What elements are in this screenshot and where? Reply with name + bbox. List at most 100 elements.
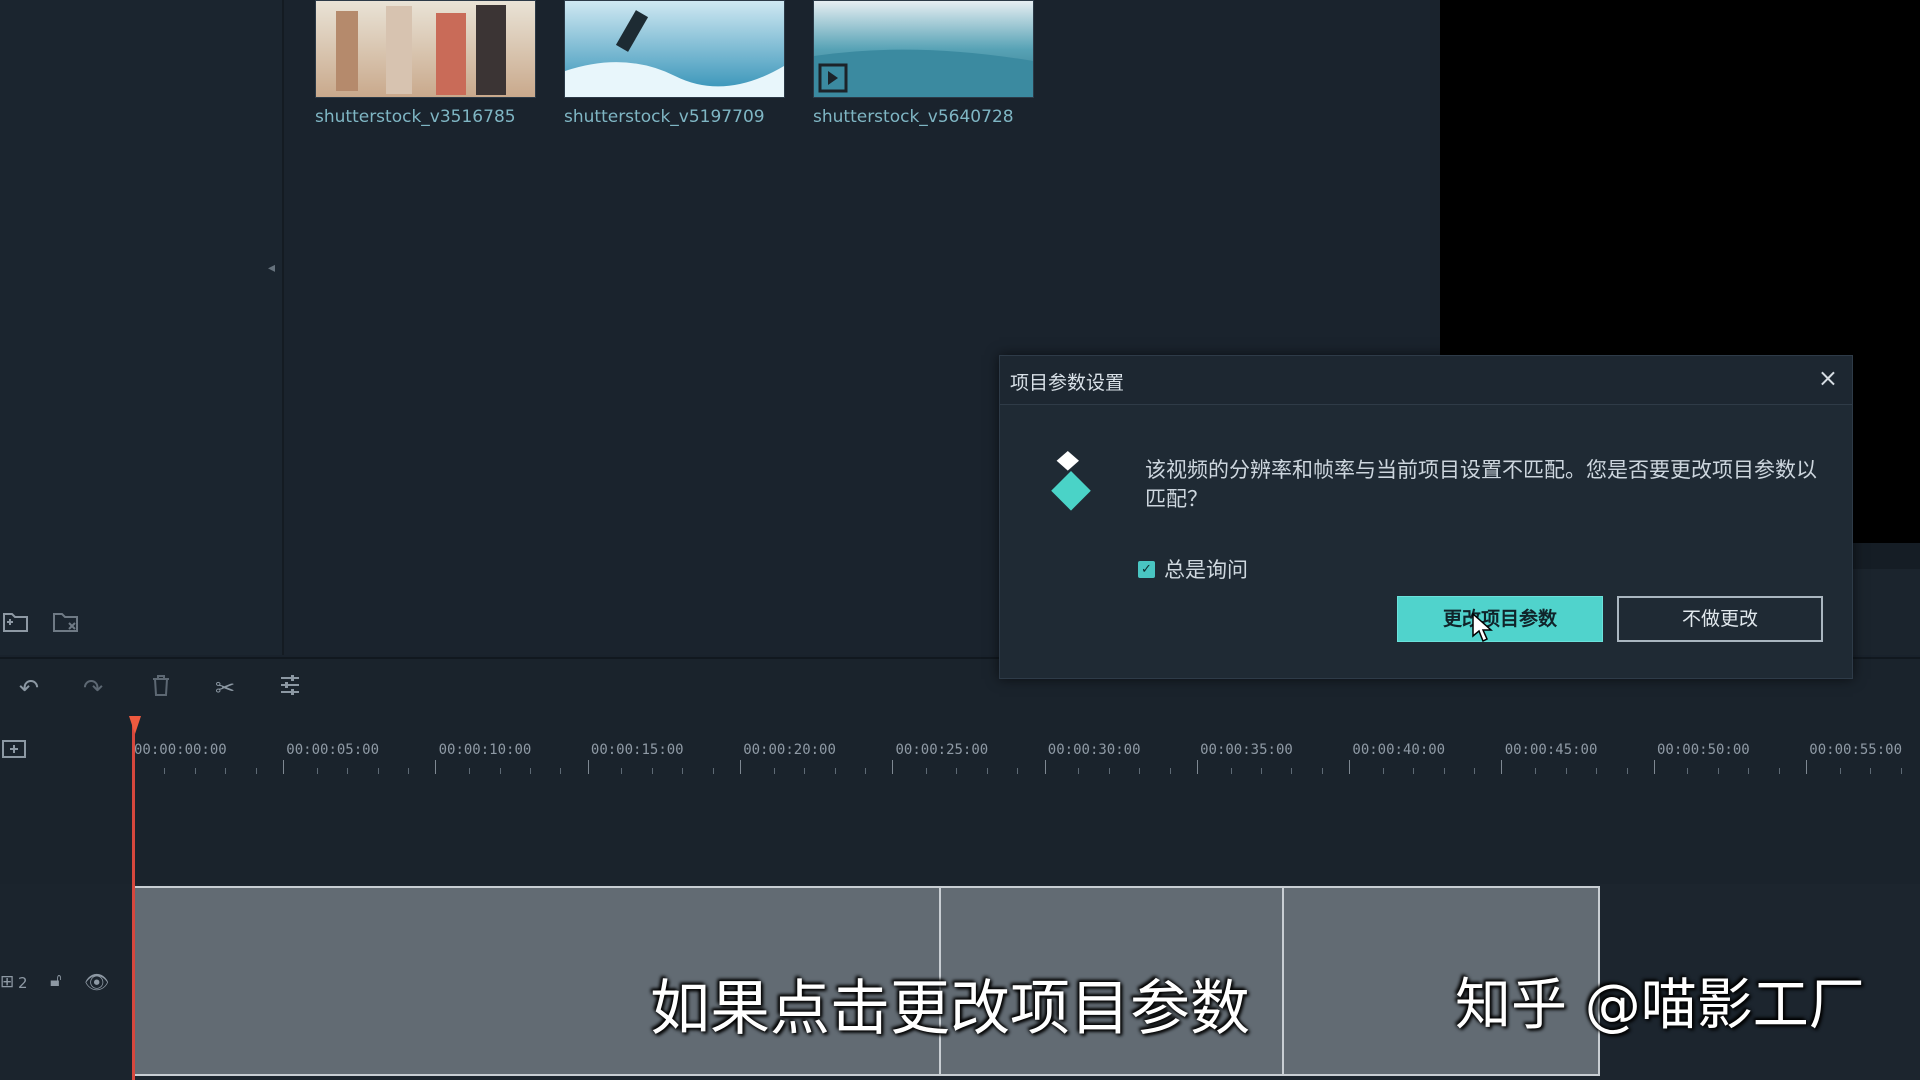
ruler-minor-tick [347,768,349,774]
collapse-arrow-icon[interactable]: ◂ [268,260,275,276]
ruler-tick-label: 00:00:45:00 [1504,742,1598,758]
ruler-minor-tick [1169,768,1171,774]
ruler-minor-tick [865,768,867,774]
media-label-1: shutterstock_v3516785 [315,107,516,127]
ruler-tick-label: 00:00:35:00 [1200,742,1293,758]
ruler-minor-tick [1565,768,1567,774]
media-label-2: shutterstock_v5197709 [564,107,765,127]
ruler-tick-label: 00:00:25:00 [895,742,989,758]
ruler-minor-tick [1139,768,1141,774]
ruler-minor-tick [408,768,410,774]
ruler-minor-tick [1078,768,1080,774]
ruler-minor-tick [651,768,653,774]
ruler-tick-label: 00:00:40:00 [1352,742,1446,758]
lock-icon[interactable]: 🔓︎ [50,970,62,991]
eye-icon[interactable]: 👁︎ [84,970,109,994]
ruler-minor-tick [712,768,714,774]
ruler-major-tick [1653,760,1655,774]
project-settings-dialog: 项目参数设置 × 该视频的分辨率和帧率与当前项目设置不匹配。您是否要更改项目参数… [999,355,1853,679]
ruler-minor-tick [1687,768,1689,774]
ruler-major-tick [1196,760,1198,774]
ruler-minor-tick [1017,768,1019,774]
empty-track [0,780,1920,884]
ruler-major-tick [739,760,741,774]
media-thumbnail-2[interactable] [564,0,785,98]
ruler-minor-tick [1778,768,1780,774]
ruler-minor-tick [621,768,623,774]
dialog-message: 该视频的分辨率和帧率与当前项目设置不匹配。您是否要更改项目参数以匹配？ [1145,458,1817,511]
always-ask-checkbox-row[interactable]: ✓ 总是询问 [1138,556,1248,582]
ruler-major-tick [1501,760,1503,774]
ruler-minor-tick [1474,768,1476,774]
ruler-minor-tick [1839,768,1841,774]
ruler-major-tick [1044,760,1046,774]
delete-icon[interactable] [146,673,176,703]
no-change-button[interactable]: 不做更改 [1617,596,1823,642]
change-settings-button[interactable]: 更改项目参数 [1397,596,1603,642]
video-subtitle: 如果点击更改项目参数 [650,974,1250,1044]
ruler-minor-tick [1626,768,1628,774]
ruler-minor-tick [1535,768,1537,774]
add-folder-icon[interactable] [2,608,30,640]
always-ask-checkbox[interactable]: ✓ [1138,560,1155,578]
playhead-handle[interactable] [129,716,141,734]
remove-folder-icon[interactable] [52,608,82,640]
ruler-minor-tick [164,768,166,774]
ruler-major-tick [435,760,437,774]
ruler-minor-tick [1108,768,1110,774]
ruler-minor-tick [225,768,227,774]
media-label-3: shutterstock_v5640728 [813,107,1014,127]
ruler-tick-label: 00:00:00:00 [134,742,227,758]
ruler-minor-tick [1900,768,1902,774]
ruler-minor-tick [1261,768,1263,774]
ruler-minor-tick [529,768,531,774]
ruler-minor-tick [1230,768,1232,774]
close-icon[interactable]: × [1818,364,1838,392]
ruler-minor-tick [773,768,775,774]
timeline-ruler[interactable]: 00:00:00:00 00:00:05:00 00:00:10:00 00:00:1… [0,716,1920,780]
watermark: 知乎 @喵影工厂 [1455,973,1865,1038]
undo-icon[interactable]: ↶ [14,673,44,703]
media-thumbnail-3[interactable] [813,0,1034,98]
ruler-minor-tick [682,768,684,774]
ruler-minor-tick [316,768,318,774]
ruler-minor-tick [499,768,501,774]
ruler-minor-tick [469,768,471,774]
ruler-minor-tick [956,768,958,774]
redo-icon[interactable]: ↷ [78,673,108,703]
ruler-minor-tick [377,768,379,774]
ruler-tick-label: 00:00:30:00 [1047,742,1141,758]
ruler-tick-label: 00:00:20:00 [743,742,836,758]
ruler-major-tick [1806,760,1807,774]
ruler-minor-tick [1321,768,1323,774]
ruler-tick-label: 00:00:55:00 [1809,742,1903,758]
ruler-minor-tick [1382,768,1384,774]
cut-icon[interactable]: ✂ [210,673,240,703]
add-track-icon[interactable] [0,736,30,766]
ruler-minor-tick [255,768,257,774]
ruler-major-tick [587,760,589,774]
always-ask-label: 总是询问 [1164,558,1248,582]
ruler-minor-tick [925,768,927,774]
ruler-minor-tick [1443,768,1445,774]
playhead[interactable] [132,716,135,1080]
ruler-minor-tick [560,768,562,774]
dialog-title: 项目参数设置 [1010,372,1125,394]
ruler-minor-tick [1596,768,1598,774]
ruler-minor-tick [1717,768,1719,774]
media-thumbnail-1[interactable] [315,0,536,98]
app-logo-icon [1044,451,1104,521]
dialog-titlebar: 项目参数设置 × [1000,356,1852,405]
ruler-minor-tick [1748,768,1750,774]
adjust-icon[interactable] [275,673,305,703]
ruler-major-tick [892,760,894,774]
ruler-tick-label: 00:00:05:00 [286,742,380,758]
ruler-minor-tick [986,768,988,774]
ruler-tick-label: 00:00:50:00 [1657,742,1750,758]
track-header: ⊞ 2 🔓︎ 👁︎ [0,884,130,1080]
ruler-minor-tick [1870,768,1872,774]
left-panel: ◂ [0,0,284,655]
track-number: 2 [18,974,28,992]
ruler-minor-tick [194,768,196,774]
track-icon: ⊞ [0,972,15,992]
